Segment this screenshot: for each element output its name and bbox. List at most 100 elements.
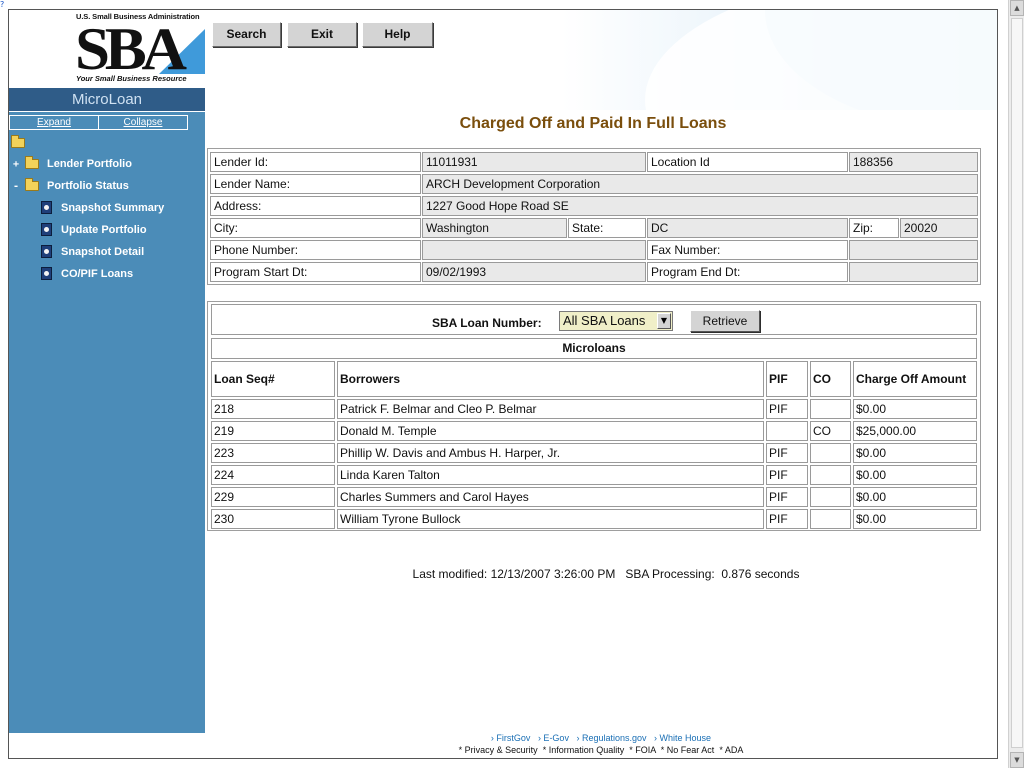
folder-open-icon (25, 178, 39, 191)
cell-co (810, 399, 851, 419)
program-end-label: Program End Dt: (647, 262, 848, 282)
microloans-section-title: Microloans (211, 338, 977, 359)
cell-loan-seq: 218 (211, 399, 335, 419)
collapse-link[interactable]: Collapse (98, 116, 187, 129)
footer-link-information-quality[interactable]: * Information Quality (543, 745, 625, 755)
lender-info-table: Lender Id: 11011931 Location Id 188356 L… (207, 148, 981, 285)
cell-borrowers: Patrick F. Belmar and Cleo P. Belmar (337, 399, 764, 419)
search-button[interactable]: Search (212, 22, 281, 47)
exit-button[interactable]: Exit (287, 22, 357, 47)
cell-loan-seq: 223 (211, 443, 335, 463)
program-start-value: 09/02/1993 (422, 262, 646, 282)
header-banner: Search Exit Help (205, 10, 997, 110)
cell-loan-seq: 224 (211, 465, 335, 485)
lender-name-label: Lender Name: (210, 174, 421, 194)
logo-letters: SBA (75, 16, 187, 82)
cell-pif: PIF (766, 465, 808, 485)
cell-pif: PIF (766, 487, 808, 507)
vertical-scrollbar[interactable]: ▲ ▼ (1008, 0, 1024, 768)
sidebar-item-co-pif-loans[interactable]: CO/PIF Loans (41, 267, 133, 280)
footer-link-foia[interactable]: * FOIA (629, 745, 656, 755)
folder-open-icon (11, 135, 25, 148)
fax-value (849, 240, 978, 260)
expand-collapse-bar: Expand Collapse (9, 115, 188, 130)
last-modified-text: Last modified: 12/13/2007 3:26:00 PM SBA… (412, 567, 800, 581)
collapse-toggle-icon[interactable]: - (13, 181, 25, 192)
folder-closed-icon (25, 156, 39, 169)
expand-toggle-icon[interactable]: + (13, 159, 25, 170)
footer-link-firstgov[interactable]: › FirstGov (491, 733, 531, 743)
location-id-label: Location Id (647, 152, 848, 172)
cell-charge-off-amount: $0.00 (853, 465, 977, 485)
state-label: State: (568, 218, 646, 238)
sidebar-item-label: Portfolio Status (47, 180, 129, 192)
phone-label: Phone Number: (210, 240, 421, 260)
footer-link-ada[interactable]: * ADA (719, 745, 743, 755)
column-header-charge-off-amount: Charge Off Amount (853, 361, 977, 397)
footer-link-white-house[interactable]: › White House (654, 733, 711, 743)
cell-loan-seq: 219 (211, 421, 335, 441)
cell-co (810, 509, 851, 529)
banner-swoosh (645, 10, 997, 110)
sidebar-item-lender-portfolio[interactable]: + Lender Portfolio (13, 156, 132, 170)
cell-co (810, 487, 851, 507)
city-value: Washington (422, 218, 567, 238)
address-label: Address: (210, 196, 421, 216)
footer-link-regulations[interactable]: › Regulations.gov (576, 733, 646, 743)
tree-root[interactable] (11, 135, 25, 153)
cell-charge-off-amount: $0.00 (853, 509, 977, 529)
program-start-label: Program Start Dt: (210, 262, 421, 282)
app-title: MicroLoan (9, 88, 205, 112)
cell-charge-off-amount: $0.00 (853, 487, 977, 507)
scroll-down-button[interactable]: ▼ (1010, 752, 1024, 768)
column-header-borrowers: Borrowers (337, 361, 764, 397)
footer-link-no-fear-act[interactable]: * No Fear Act (661, 745, 715, 755)
scroll-up-button[interactable]: ▲ (1010, 0, 1024, 16)
lender-id-value: 11011931 (422, 152, 646, 172)
loan-number-selected-value: All SBA Loans (563, 313, 646, 328)
cell-loan-seq: 229 (211, 487, 335, 507)
document-icon (41, 245, 52, 258)
scroll-thumb[interactable] (1011, 18, 1023, 748)
document-icon (41, 223, 52, 236)
sidebar-item-snapshot-detail[interactable]: Snapshot Detail (41, 245, 144, 258)
microloans-table: SBA Loan Number: All SBA Loans ▼ Retriev… (207, 301, 981, 531)
sidebar-item-portfolio-status[interactable]: - Portfolio Status (13, 178, 129, 192)
program-end-value (849, 262, 978, 282)
footer-link-privacy[interactable]: * Privacy & Security (459, 745, 538, 755)
sidebar-item-label: Snapshot Detail (61, 245, 145, 258)
sidebar-item-update-portfolio[interactable]: Update Portfolio (41, 223, 147, 236)
column-header-pif: PIF (766, 361, 808, 397)
expand-link[interactable]: Expand (10, 116, 98, 129)
sidebar: Expand Collapse + Lender Portfolio - Por… (9, 112, 205, 733)
column-header-loan-seq: Loan Seq# (211, 361, 335, 397)
page-title: Charged Off and Paid In Full Loans (459, 115, 727, 132)
cell-co (810, 465, 851, 485)
chevron-down-icon[interactable]: ▼ (657, 313, 671, 329)
sidebar-item-label: Lender Portfolio (47, 158, 132, 170)
cell-borrowers: Charles Summers and Carol Hayes (337, 487, 764, 507)
cell-borrowers: Linda Karen Talton (337, 465, 764, 485)
phone-value (422, 240, 646, 260)
cell-charge-off-amount: $25,000.00 (853, 421, 977, 441)
lender-id-label: Lender Id: (210, 152, 421, 172)
loan-number-select[interactable]: All SBA Loans ▼ (559, 311, 673, 331)
fax-label: Fax Number: (647, 240, 848, 260)
cell-co: CO (810, 421, 851, 441)
cell-pif: PIF (766, 443, 808, 463)
cell-pif (766, 421, 808, 441)
sidebar-item-label: Update Portfolio (61, 223, 147, 236)
cell-pif: PIF (766, 509, 808, 529)
sba-logo[interactable]: U.S. Small Business Administration SBA Y… (9, 10, 205, 88)
state-value: DC (647, 218, 848, 238)
loan-number-label: SBA Loan Number: (432, 316, 542, 330)
city-label: City: (210, 218, 421, 238)
document-icon (41, 267, 52, 280)
help-button[interactable]: Help (362, 22, 433, 47)
sidebar-item-snapshot-summary[interactable]: Snapshot Summary (41, 201, 164, 214)
zip-value: 20020 (900, 218, 978, 238)
footer-link-egov[interactable]: › E-Gov (538, 733, 569, 743)
retrieve-button[interactable]: Retrieve (690, 310, 760, 332)
help-icon: ? (0, 0, 5, 9)
cell-loan-seq: 230 (211, 509, 335, 529)
